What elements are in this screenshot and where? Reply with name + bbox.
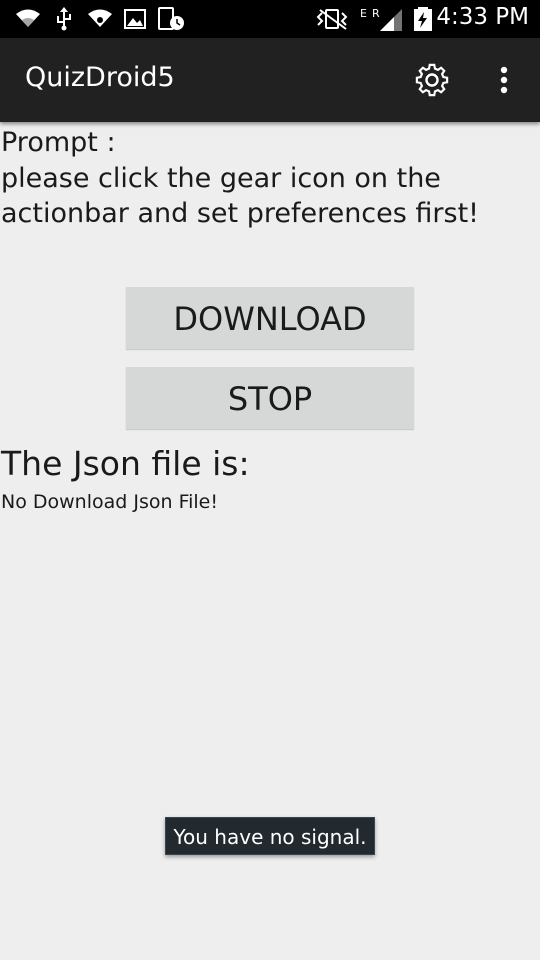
vibrate-icon xyxy=(316,9,348,30)
app-screen: E R 4:33 PM QuizDroid5 Prompt : please c… xyxy=(0,0,540,960)
gear-icon[interactable] xyxy=(414,62,450,98)
svg-text:R: R xyxy=(372,7,380,20)
prompt-text: please click the gear icon on the action… xyxy=(1,163,479,229)
stop-button[interactable]: STOP xyxy=(126,367,414,429)
usb-icon xyxy=(57,7,71,31)
action-bar: QuizDroid5 xyxy=(0,38,540,122)
json-status-text: No Download Json File! xyxy=(1,491,218,513)
overflow-menu-icon[interactable] xyxy=(490,62,518,98)
svg-text:E: E xyxy=(360,7,367,20)
gallery-icon xyxy=(124,9,146,29)
prompt-label: Prompt : xyxy=(1,127,116,158)
screenshot-icon xyxy=(158,7,184,30)
wifi-icon xyxy=(16,9,40,27)
download-button[interactable]: DOWNLOAD xyxy=(126,287,414,349)
status-bar: E R 4:33 PM xyxy=(0,0,540,38)
wifi-hotspot-icon xyxy=(88,9,112,27)
toast-message: You have no signal. xyxy=(165,817,375,855)
signal-icon: E R xyxy=(360,7,402,31)
json-heading: The Json file is: xyxy=(1,444,250,483)
battery-charging-icon xyxy=(414,7,432,31)
app-title: QuizDroid5 xyxy=(25,62,175,93)
status-time: 4:33 PM xyxy=(436,4,529,30)
